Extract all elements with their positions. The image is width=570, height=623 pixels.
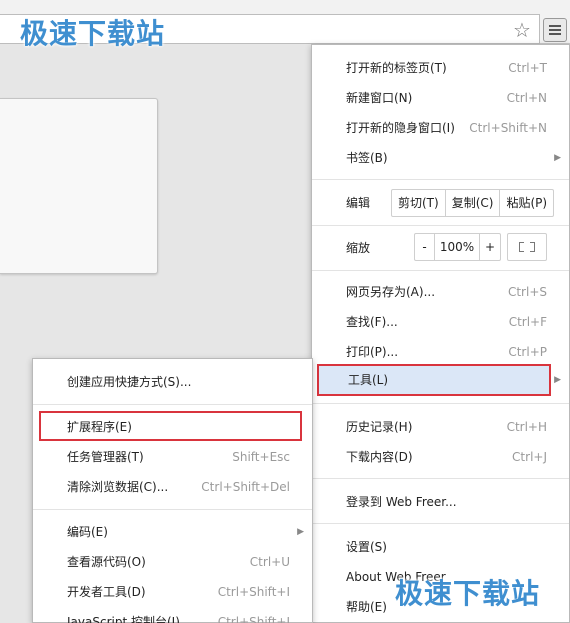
menu-item-label: 查看源代码(O) — [67, 555, 146, 569]
tools-submenu: 创建应用快捷方式(S)... 扩展程序(E) 任务管理器(T) Shift+Es… — [32, 358, 313, 623]
menu-item-label: 历史记录(H) — [346, 420, 413, 434]
menu-divider — [312, 403, 569, 404]
zoom-label: 缩放 — [346, 241, 371, 255]
menu-item-label: 帮助(E) — [346, 600, 387, 614]
menu-item-shortcut: Ctrl+U — [249, 555, 290, 569]
bookmark-star-icon[interactable]: ☆ — [510, 18, 534, 42]
menu-item-shortcut: Shift+Esc — [232, 450, 290, 464]
menu-item-label: 扩展程序(E) — [67, 420, 132, 434]
hamburger-line — [549, 25, 561, 27]
hamburger-line — [549, 33, 561, 35]
menu-item-save-as[interactable]: 网页另存为(A)... Ctrl+S — [312, 277, 569, 307]
menu-item-shortcut: Ctrl+S — [507, 285, 547, 299]
menu-item-label: 打开新的标签页(T) — [346, 61, 447, 75]
menu-item-label: 登录到 Web Freer... — [346, 495, 457, 509]
menu-item-label: 工具(L) — [348, 373, 389, 387]
copy-button[interactable]: 复制(C) — [446, 190, 501, 216]
submenu-arrow-icon: ▶ — [554, 375, 561, 385]
menu-item-shortcut: Ctrl+P — [508, 345, 547, 359]
menu-divider — [312, 523, 569, 524]
menu-row-edit: 编辑 剪切(T) 复制(C) 粘贴(P) — [312, 186, 569, 220]
fullscreen-corner-icon — [519, 247, 524, 252]
menu-item-tools[interactable]: 工具(L) — [317, 364, 551, 396]
fullscreen-button[interactable] — [507, 233, 547, 261]
submenu-arrow-icon: ▶ — [297, 527, 304, 537]
menu-item-shortcut: Ctrl+T — [508, 61, 547, 75]
menu-item-create-shortcut[interactable]: 创建应用快捷方式(S)... — [33, 367, 312, 397]
menu-divider — [312, 478, 569, 479]
menu-item-new-window[interactable]: 新建窗口(N) Ctrl+N — [312, 83, 569, 113]
menu-item-sign-in[interactable]: 登录到 Web Freer... — [312, 487, 569, 517]
menu-item-extensions[interactable]: 扩展程序(E) — [33, 412, 312, 442]
menu-item-new-incognito[interactable]: 打开新的隐身窗口(I) Ctrl+Shift+N — [312, 113, 569, 143]
menu-divider — [312, 225, 569, 226]
menu-divider — [33, 404, 312, 405]
fullscreen-corner-icon — [530, 247, 535, 252]
menu-item-label: 任务管理器(T) — [67, 450, 144, 464]
menu-item-label: 编码(E) — [67, 525, 108, 539]
menu-item-dev-tools[interactable]: 开发者工具(D) Ctrl+Shift+I — [33, 577, 312, 607]
menu-item-task-manager[interactable]: 任务管理器(T) Shift+Esc — [33, 442, 312, 472]
menu-item-shortcut: Ctrl+Shift+I — [217, 585, 290, 599]
menu-item-label: 查找(F)... — [346, 315, 398, 329]
menu-item-shortcut: Ctrl+N — [506, 91, 547, 105]
menu-item-downloads[interactable]: 下载内容(D) Ctrl+J — [312, 442, 569, 472]
menu-item-bookmarks[interactable]: 书签(B) ▶ — [312, 143, 569, 173]
menu-item-label: 清除浏览数据(C)... — [67, 480, 169, 494]
watermark-logo-bottom: 极速下载站 — [395, 577, 541, 610]
menu-item-label: 开发者工具(D) — [67, 585, 146, 599]
menu-item-shortcut: Ctrl+F — [508, 315, 547, 329]
menu-item-clear-data[interactable]: 清除浏览数据(C)... Ctrl+Shift+Del — [33, 472, 312, 502]
zoom-control: - 100% + — [414, 233, 501, 261]
menu-item-label: 设置(S) — [346, 540, 387, 554]
menu-item-settings[interactable]: 设置(S) — [312, 532, 569, 562]
menu-item-view-source[interactable]: 查看源代码(O) Ctrl+U — [33, 547, 312, 577]
cut-button[interactable]: 剪切(T) — [392, 190, 446, 216]
menu-item-label: 新建窗口(N) — [346, 91, 413, 105]
chrome-menu-button[interactable] — [543, 18, 567, 42]
menu-row-zoom: 缩放 - 100% + — [312, 231, 569, 265]
browser-main-menu: 打开新的标签页(T) Ctrl+T 新建窗口(N) Ctrl+N 打开新的隐身窗… — [311, 44, 570, 623]
menu-divider — [312, 270, 569, 271]
menu-item-label: 打印(P)... — [346, 345, 399, 359]
submenu-arrow-icon: ▶ — [554, 153, 561, 163]
zoom-level: 100% — [435, 234, 480, 260]
edit-label: 编辑 — [346, 196, 371, 210]
menu-item-find[interactable]: 查找(F)... Ctrl+F — [312, 307, 569, 337]
menu-item-label: 创建应用快捷方式(S)... — [67, 375, 192, 389]
menu-item-label: 打开新的隐身窗口(I) — [346, 121, 455, 135]
menu-item-label: 下载内容(D) — [346, 450, 413, 464]
page-content-card — [0, 98, 158, 274]
zoom-out-button[interactable]: - — [415, 234, 435, 260]
menu-divider — [312, 179, 569, 180]
menu-item-shortcut: Ctrl+Shift+N — [469, 121, 547, 135]
menu-item-shortcut: Ctrl+H — [506, 420, 547, 434]
menu-item-new-tab[interactable]: 打开新的标签页(T) Ctrl+T — [312, 53, 569, 83]
zoom-in-button[interactable]: + — [480, 234, 500, 260]
menu-item-label: 书签(B) — [346, 151, 388, 165]
menu-item-shortcut: Ctrl+J — [512, 450, 547, 464]
menu-item-js-console[interactable]: JavaScript 控制台(J) Ctrl+Shift+J — [33, 607, 312, 623]
menu-item-shortcut: Ctrl+Shift+J — [217, 615, 290, 623]
menu-item-label: 网页另存为(A)... — [346, 285, 436, 299]
paste-button[interactable]: 粘贴(P) — [500, 190, 553, 216]
menu-item-print[interactable]: 打印(P)... Ctrl+P — [312, 337, 569, 367]
watermark-logo-top: 极速下载站 — [20, 17, 166, 50]
edit-button-group: 剪切(T) 复制(C) 粘贴(P) — [391, 189, 555, 217]
menu-item-shortcut: Ctrl+Shift+Del — [201, 480, 290, 494]
menu-divider — [33, 509, 312, 510]
menu-item-history[interactable]: 历史记录(H) Ctrl+H — [312, 412, 569, 442]
menu-item-encoding[interactable]: 编码(E) ▶ — [33, 517, 312, 547]
menu-item-label: JavaScript 控制台(J) — [67, 615, 180, 623]
hamburger-line — [549, 29, 561, 31]
